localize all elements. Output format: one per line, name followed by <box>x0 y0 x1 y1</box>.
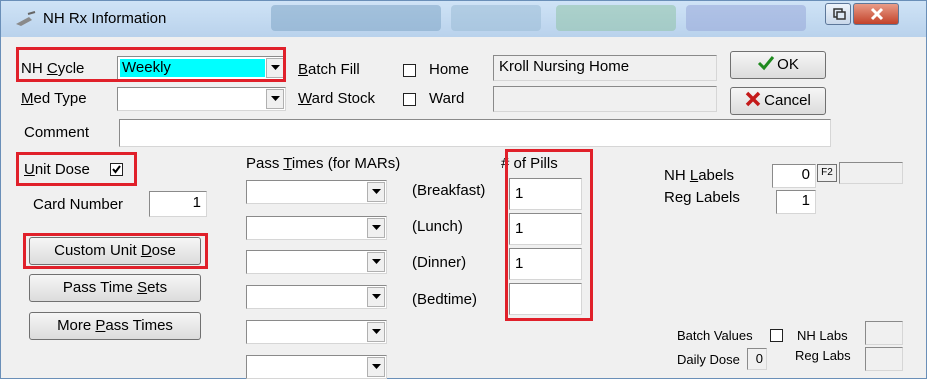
custom-unit-dose-button[interactable]: Custom Unit Dose <box>29 237 201 265</box>
pills-field[interactable]: 1 <box>509 178 582 210</box>
ward-stock-label: Ward Stock <box>298 90 375 107</box>
pass-time-select[interactable] <box>246 216 387 240</box>
more-pass-times-button[interactable]: More Pass Times <box>29 312 201 340</box>
nh-labels-label: NH Labels <box>664 167 735 184</box>
close-button[interactable] <box>853 3 899 25</box>
ward-stock-checkbox[interactable] <box>403 93 416 106</box>
checkmark-icon <box>112 165 121 174</box>
x-icon <box>745 91 761 107</box>
close-icon <box>870 7 884 21</box>
pass-time-select[interactable] <box>246 250 387 274</box>
app-icon <box>16 11 36 26</box>
home-label: Home <box>429 61 470 78</box>
reg-labels-field[interactable]: 1 <box>776 190 816 214</box>
batch-values-label: Batch Values <box>677 328 753 343</box>
meal-label: (Dinner) <box>412 254 467 271</box>
reg-labels-label: Reg Labels <box>664 189 740 206</box>
ward-label: Ward <box>429 90 465 107</box>
batch-values-checkbox[interactable] <box>770 329 783 342</box>
restore-icon <box>833 8 846 20</box>
ward-field <box>493 86 717 112</box>
chevron-down-icon <box>372 189 381 194</box>
daily-dose-label: Daily Dose <box>677 352 740 367</box>
reg-labs-field <box>865 347 903 371</box>
med-type-label: Med Type <box>21 90 87 107</box>
chevron-down-icon <box>372 259 381 264</box>
comment-label: Comment <box>24 124 90 141</box>
title-bar[interactable]: NH Rx Information <box>1 1 926 37</box>
dropdown-button[interactable] <box>266 89 284 109</box>
pass-time-select[interactable] <box>246 355 387 379</box>
meal-label: (Bedtime) <box>412 291 478 308</box>
background-blur <box>556 5 676 31</box>
dropdown-button[interactable] <box>367 252 385 272</box>
dropdown-button[interactable] <box>367 322 385 342</box>
med-type-select[interactable] <box>117 87 286 111</box>
nh-labs-label: NH Labs <box>797 328 848 343</box>
unit-dose-checkbox[interactable] <box>110 163 123 176</box>
home-field: Kroll Nursing Home <box>493 55 717 81</box>
pass-times-label: Pass Times (for MARs) <box>246 155 401 172</box>
ok-button[interactable]: OK <box>730 51 826 79</box>
meal-label: (Breakfast) <box>412 182 486 199</box>
dropdown-button[interactable] <box>367 287 385 307</box>
pills-field[interactable]: 1 <box>509 248 582 280</box>
cancel-label: Cancel <box>764 92 811 109</box>
window-title: NH Rx Information <box>43 10 167 27</box>
chevron-down-icon <box>372 364 381 369</box>
daily-dose-field: 0 <box>747 348 767 370</box>
nh-cycle-select[interactable]: Weekly <box>117 56 286 80</box>
reg-labs-label: Reg Labs <box>795 348 851 363</box>
unit-dose-label: Unit Dose <box>24 161 90 178</box>
pills-header: # of Pills <box>501 155 558 172</box>
dropdown-button[interactable] <box>367 218 385 238</box>
nh-cycle-value: Weekly <box>122 59 171 76</box>
dropdown-button[interactable] <box>266 58 284 78</box>
batch-fill-checkbox[interactable] <box>403 64 416 77</box>
pills-field[interactable] <box>509 283 582 315</box>
pass-time-select[interactable] <box>246 320 387 344</box>
ok-label: OK <box>777 56 799 73</box>
restore-button[interactable] <box>825 3 851 25</box>
card-number-field[interactable]: 1 <box>149 191 207 217</box>
dropdown-button[interactable] <box>367 357 385 377</box>
nh-labels-field[interactable]: 0 <box>772 164 816 188</box>
chevron-down-icon <box>372 225 381 230</box>
form-content: NH Cycle Weekly Batch Fill Home Kroll Nu… <box>9 37 919 379</box>
nh-labs-field <box>865 321 903 345</box>
cancel-button[interactable]: Cancel <box>730 87 826 115</box>
nh-cycle-label: NH Cycle <box>21 60 85 77</box>
meal-label: (Lunch) <box>412 218 463 235</box>
pass-time-select[interactable] <box>246 285 387 309</box>
chevron-down-icon <box>271 65 280 70</box>
f2-key-button[interactable]: F2 <box>817 164 837 182</box>
pass-time-sets-button[interactable]: Pass Time Sets <box>29 274 201 302</box>
chevron-down-icon <box>372 329 381 334</box>
nh-labels-extra-field <box>839 162 903 184</box>
background-blur <box>451 5 541 31</box>
background-blur <box>271 5 441 31</box>
pass-time-select[interactable] <box>246 180 387 204</box>
comment-field[interactable] <box>119 119 831 147</box>
background-blur <box>686 5 806 31</box>
checkmark-icon <box>758 56 775 71</box>
batch-fill-label: Batch Fill <box>298 61 360 78</box>
nh-rx-information-window: NH Rx Information NH Cycle Weekly Batch … <box>0 0 927 379</box>
chevron-down-icon <box>372 294 381 299</box>
chevron-down-icon <box>271 96 280 101</box>
pills-field[interactable]: 1 <box>509 213 582 245</box>
dropdown-button[interactable] <box>367 182 385 202</box>
card-number-label: Card Number <box>33 196 124 213</box>
